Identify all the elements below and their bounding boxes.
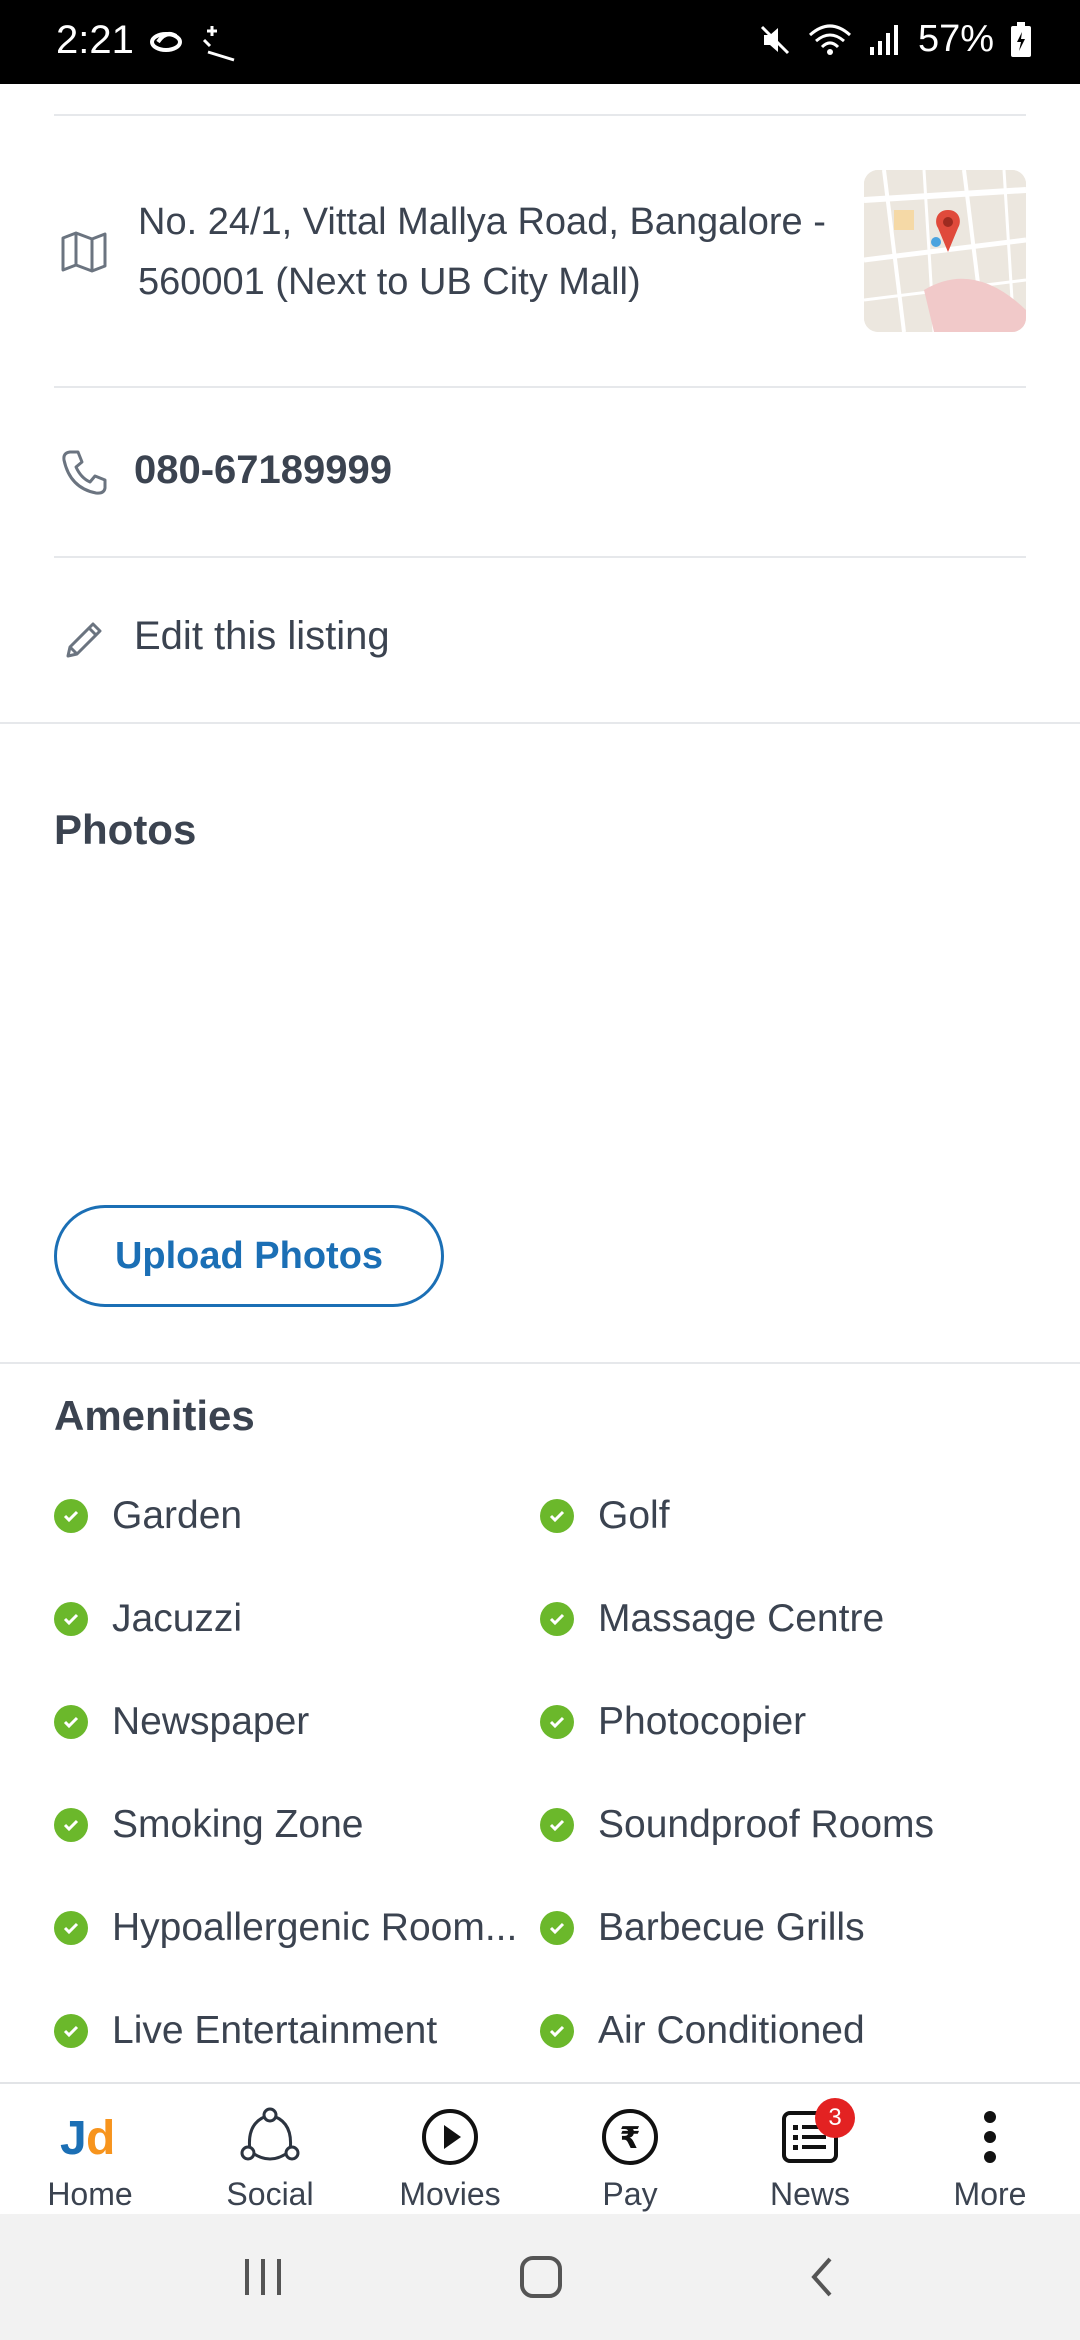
amenity-label: Soundproof Rooms — [598, 1803, 935, 1846]
wifi-icon — [808, 24, 851, 55]
phone-icon — [54, 442, 114, 502]
svg-text:d: d — [86, 2112, 115, 2162]
amenities-list: Garden Golf Jacuzzi Massage Centre Newspaper… — [54, 1486, 1026, 2082]
battery-percentage: 57% — [917, 18, 994, 60]
more-vertical-icon — [955, 2106, 1025, 2168]
amenity-item: Jacuzzi — [54, 1589, 534, 1649]
bottom-navigation: Jd Home Social Movies ₹ Pay 3 News More — [0, 2082, 1080, 2214]
status-time: 2:21 — [56, 18, 134, 62]
signal-icon — [869, 24, 898, 55]
svg-text:₹: ₹ — [620, 2121, 641, 2156]
check-icon — [540, 1911, 574, 1945]
map-icon — [54, 222, 114, 282]
section-divider — [0, 722, 1080, 724]
amenities-title: Amenities — [54, 1392, 255, 1439]
check-icon — [54, 1911, 88, 1945]
system-navigation-bar — [0, 2214, 1080, 2340]
amenity-item: Barbecue Grills — [540, 1898, 1026, 1958]
address-text: No. 24/1, Vittal Mallya Road, Bangalore … — [138, 201, 826, 303]
link-icon — [150, 32, 182, 52]
nav-news[interactable]: 3 News — [720, 2084, 900, 2216]
social-icon — [235, 2106, 305, 2168]
check-icon — [54, 2014, 88, 2048]
back-button[interactable] — [790, 2244, 852, 2310]
map-thumbnail[interactable] — [864, 170, 1026, 332]
nav-label: Pay — [602, 2176, 658, 2212]
amenity-label: Golf — [598, 1494, 670, 1537]
photos-title: Photos — [54, 806, 197, 853]
amenity-item: Photocopier — [540, 1692, 1026, 1752]
recent-apps-button[interactable] — [232, 2244, 294, 2310]
nav-movies[interactable]: Movies — [360, 2084, 540, 2216]
status-bar: 2:21 57% — [0, 0, 1080, 84]
nav-pay[interactable]: ₹ Pay — [540, 2084, 720, 2216]
svg-text:J: J — [60, 2112, 87, 2162]
amenity-item: Garden — [54, 1486, 534, 1546]
address-row[interactable]: No. 24/1, Vittal Mallya Road, Bangalore … — [54, 84, 1026, 388]
check-icon — [54, 1705, 88, 1739]
mute-icon — [760, 25, 789, 54]
check-icon — [54, 1499, 88, 1533]
nav-home[interactable]: Jd Home — [0, 2084, 180, 2216]
phone-row[interactable]: 080-67189999 — [54, 388, 1026, 556]
check-icon — [540, 1808, 574, 1842]
amenity-label: Barbecue Grills — [598, 1906, 865, 1949]
amenity-item: Smoking Zone — [54, 1795, 534, 1855]
jd-logo-icon: Jd — [55, 2106, 125, 2168]
amenity-label: Air Conditioned — [598, 2009, 865, 2052]
edit-listing-row[interactable]: Edit this listing — [54, 558, 1026, 724]
nav-label: Movies — [399, 2176, 501, 2212]
amenity-label: Photocopier — [598, 1700, 807, 1743]
amenity-label: Newspaper — [112, 1700, 310, 1743]
amenity-label: Massage Centre — [598, 1597, 885, 1640]
edit-listing-label: Edit this listing — [134, 614, 390, 658]
check-icon — [540, 1602, 574, 1636]
play-icon — [415, 2106, 485, 2168]
check-icon — [54, 1808, 88, 1842]
amenity-item: Massage Centre — [540, 1589, 1026, 1649]
nav-more[interactable]: More — [900, 2084, 1080, 2216]
nav-label: News — [769, 2176, 850, 2212]
nav-label: More — [953, 2176, 1027, 2212]
amenity-label: Live Entertainment — [112, 2009, 438, 2052]
amenity-item: Golf — [540, 1486, 1026, 1546]
nav-label: Home — [47, 2176, 133, 2212]
check-icon — [540, 1499, 574, 1533]
section-divider — [0, 1362, 1080, 1364]
pencil-icon — [54, 610, 114, 670]
check-icon — [54, 1602, 88, 1636]
amenity-item: Newspaper — [54, 1692, 534, 1752]
amenity-item: Hypoallergenic Room... — [54, 1898, 534, 1958]
amenity-item: Soundproof Rooms — [540, 1795, 1026, 1855]
news-icon: 3 — [775, 2098, 855, 2168]
nav-social[interactable]: Social — [180, 2084, 360, 2216]
home-button[interactable] — [510, 2244, 572, 2310]
rupee-icon: ₹ — [595, 2106, 665, 2168]
listing-details: No. 24/1, Vittal Mallya Road, Bangalore … — [0, 84, 1080, 2082]
upload-photos-button[interactable]: Upload Photos — [54, 1205, 444, 1307]
check-icon — [540, 1705, 574, 1739]
phone-number[interactable]: 080-67189999 — [134, 448, 392, 493]
amenity-label: Garden — [112, 1494, 243, 1537]
amenity-label: Jacuzzi — [112, 1597, 243, 1640]
amenity-label: Hypoallergenic Room... — [112, 1906, 518, 1949]
amenity-item: Live Entertainment — [54, 2001, 534, 2061]
check-icon — [540, 2014, 574, 2048]
battery-icon — [1011, 21, 1031, 57]
nav-label: Social — [226, 2176, 314, 2212]
news-badge: 3 — [815, 2098, 855, 2138]
magic-wand-icon — [202, 26, 235, 62]
amenity-label: Smoking Zone — [112, 1803, 364, 1846]
amenity-item: Air Conditioned — [540, 2001, 1026, 2061]
